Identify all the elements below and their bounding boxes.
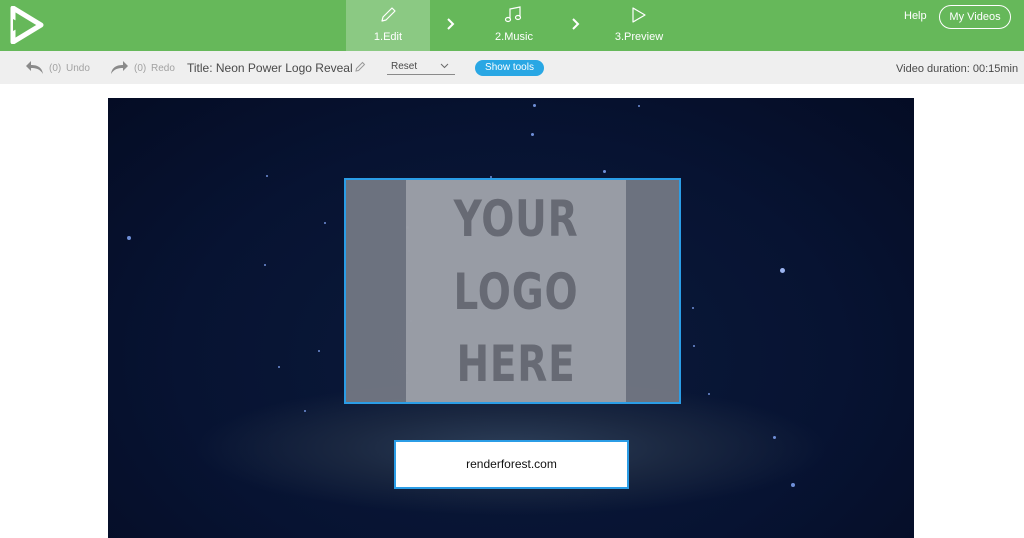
redo-button[interactable]: Redo <box>151 63 175 74</box>
particle <box>533 104 536 107</box>
logo-text-line: YOUR <box>453 190 579 248</box>
undo-count: (0) <box>49 63 62 74</box>
video-duration: Video duration: 00:15min <box>896 63 1019 75</box>
my-videos-button[interactable]: My Videos <box>939 5 1011 29</box>
music-note-icon <box>504 6 522 23</box>
step-edit[interactable]: 1.Edit <box>346 0 430 51</box>
undo-button[interactable]: Undo <box>66 63 90 74</box>
particle <box>304 410 306 412</box>
particle <box>693 345 695 347</box>
logo-text-line: LOGO <box>453 263 579 321</box>
video-preview: YOUR LOGO HERE renderforest.com <box>108 98 914 538</box>
particle <box>638 105 640 107</box>
particle <box>324 222 326 224</box>
particle <box>692 307 694 309</box>
particle <box>278 366 280 368</box>
particle <box>603 170 606 173</box>
reset-dropdown[interactable]: Reset <box>387 59 455 75</box>
edit-title-icon[interactable] <box>355 61 366 72</box>
redo-count: (0) <box>134 63 147 74</box>
particle <box>266 175 268 177</box>
step-music[interactable]: 2.Music <box>472 0 556 51</box>
play-icon <box>632 7 646 23</box>
reset-dropdown-label: Reset <box>391 61 418 72</box>
particle <box>264 264 266 266</box>
undo-icon[interactable] <box>25 59 45 75</box>
particle <box>318 350 320 352</box>
logo-text-line: HERE <box>456 335 576 393</box>
chevron-down-icon <box>440 63 449 69</box>
pencil-icon <box>381 7 396 22</box>
show-tools-button[interactable]: Show tools <box>475 60 544 76</box>
step-edit-label: 1.Edit <box>373 31 403 43</box>
top-bar: 1.Edit 2.Music 3.Preview Help My Videos <box>0 0 1024 51</box>
particle <box>127 236 131 240</box>
redo-icon[interactable] <box>109 59 129 75</box>
logo-placeholder[interactable]: YOUR LOGO HERE <box>344 178 681 404</box>
website-text-field[interactable]: renderforest.com <box>394 440 629 489</box>
step-preview[interactable]: 3.Preview <box>597 0 681 51</box>
chevron-right-icon <box>572 18 580 30</box>
step-preview-label: 3.Preview <box>614 31 664 43</box>
chevron-right-icon <box>447 18 455 30</box>
app-logo-icon[interactable] <box>10 6 44 44</box>
step-music-label: 2.Music <box>495 31 533 43</box>
particle <box>780 268 785 273</box>
help-link[interactable]: Help <box>904 10 927 22</box>
website-text: renderforest.com <box>466 457 557 471</box>
particle <box>791 483 795 487</box>
particle <box>773 436 776 439</box>
logo-placeholder-image: YOUR LOGO HERE <box>406 180 626 402</box>
particle <box>708 393 710 395</box>
particle <box>531 133 534 136</box>
video-title: Title: Neon Power Logo Reveal <box>187 61 353 75</box>
